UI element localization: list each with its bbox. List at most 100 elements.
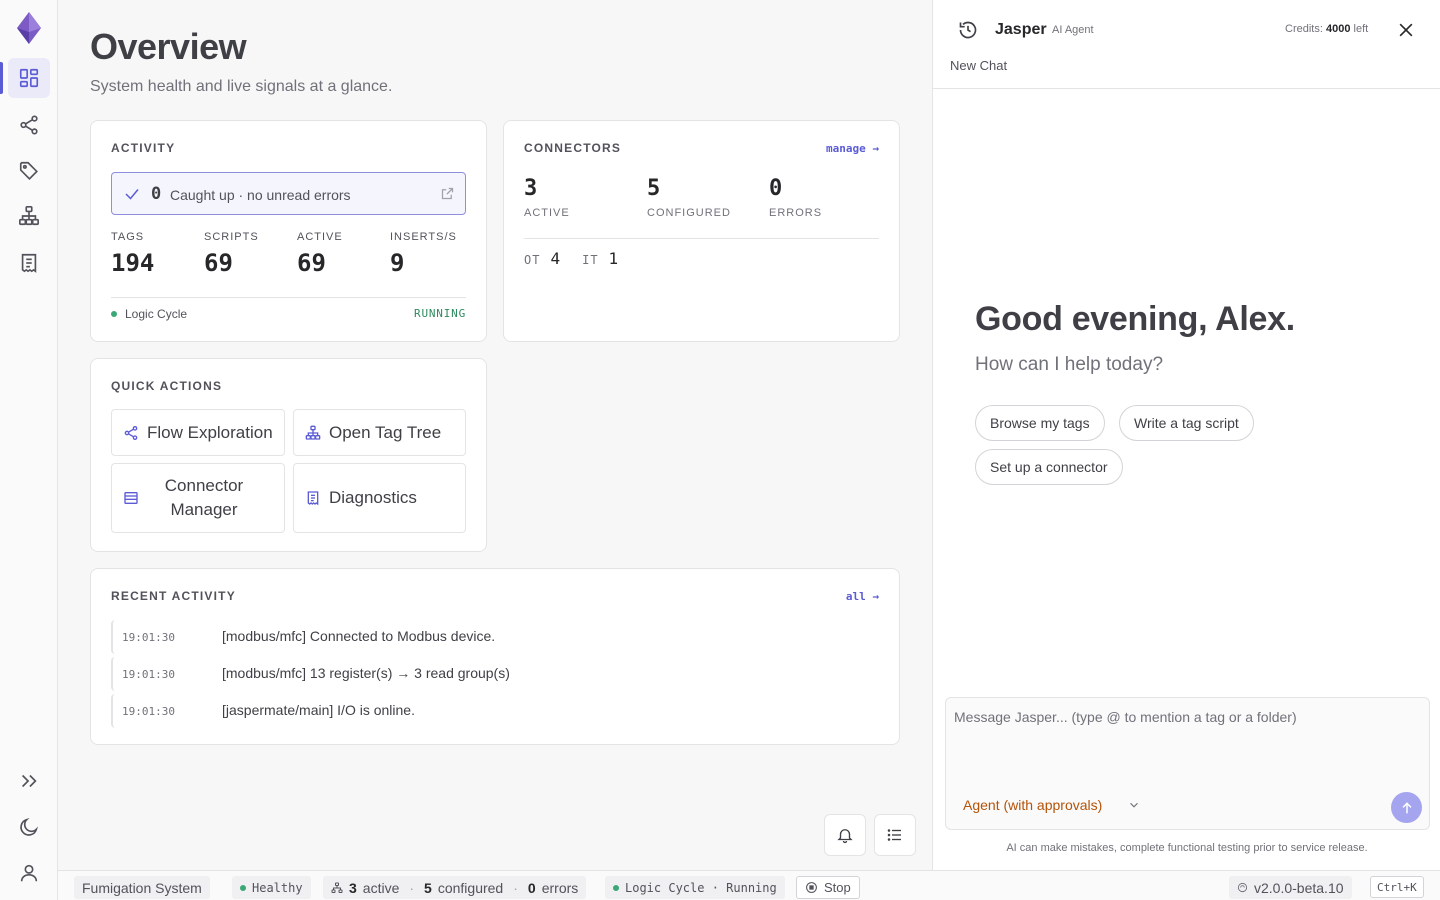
action-label: Diagnostics: [329, 488, 417, 507]
credits-value: 4000: [1325, 23, 1351, 35]
nav-diagnostics[interactable]: [8, 243, 50, 283]
logic-cycle-status-text: Logic Cycle · Running: [625, 880, 777, 895]
diagnostics-button[interactable]: Diagnostics: [293, 463, 466, 533]
separator: ·: [409, 879, 415, 896]
stat-value: 69: [297, 249, 326, 277]
nav-flow[interactable]: [8, 105, 50, 145]
greeting-subtitle: How can I help today?: [975, 354, 1164, 375]
status-dot: [111, 311, 117, 317]
logic-cycle-chip[interactable]: Logic Cycle · Running: [605, 876, 785, 899]
quick-actions-card: QUICK ACTIONS Flow Exploration Open Tag …: [90, 358, 487, 552]
external-link-icon[interactable]: [440, 186, 455, 201]
tag-icon: [19, 161, 38, 180]
log-message: [jaspermate/main] I/O is online.: [222, 702, 415, 718]
stop-label: Stop: [824, 880, 851, 895]
open-tag-tree-button[interactable]: Open Tag Tree: [293, 409, 466, 456]
log-message: [modbus/mfc] Connected to Modbus device.: [222, 628, 496, 644]
user-menu[interactable]: [8, 853, 50, 893]
ai-disclaimer: AI can make mistakes, complete functiona…: [1006, 842, 1368, 854]
log-message: [modbus/mfc] 13 register(s) → 3 read gro…: [222, 665, 510, 681]
health-label: Healthy: [252, 880, 303, 895]
connector-icon: [124, 492, 138, 504]
activity-title: ACTIVITY: [111, 141, 176, 155]
stat-scripts: SCRIPTS 69: [204, 231, 259, 277]
stat-active: ACTIVE 69: [297, 231, 343, 277]
quick-actions-title: QUICK ACTIONS: [111, 379, 223, 393]
command-palette-shortcut[interactable]: Ctrl+K: [1370, 876, 1424, 898]
connectors-title: CONNECTORS: [524, 141, 622, 155]
connectors-card: CONNECTORS manage → 3 ACTIVE 5 CONFIGURE…: [503, 120, 900, 342]
new-chat-tab[interactable]: New Chat: [950, 58, 1007, 73]
overview-icon: [19, 68, 39, 88]
action-label: Flow Exploration: [147, 422, 273, 442]
nav-tag-tree[interactable]: [8, 196, 50, 236]
it-label: IT: [582, 253, 599, 267]
message-composer[interactable]: Message Jasper... (type @ to mention a t…: [945, 697, 1430, 830]
all-activity-link[interactable]: all →: [846, 590, 879, 603]
divider: [933, 88, 1440, 89]
version-chip[interactable]: v2.0.0-beta.10: [1229, 876, 1352, 899]
flow-exploration-button[interactable]: Flow Exploration: [111, 409, 285, 456]
stat-label: SCRIPTS: [204, 231, 259, 243]
ot-it-breakdown: OT 4 IT 1: [524, 249, 630, 268]
assistant-role: AI Agent: [1052, 24, 1094, 36]
log-row[interactable]: 19:01:30 [jaspermate/main] I/O is online…: [111, 694, 879, 728]
flow-icon: [124, 425, 138, 440]
connector-manager-button[interactable]: Connector Manager: [111, 463, 285, 533]
log-time: 19:01:30: [122, 705, 175, 718]
stat-label: ERRORS: [769, 207, 823, 219]
stat-tags: TAGS 194: [111, 231, 154, 277]
notifications-button[interactable]: [824, 814, 866, 856]
mode-selector[interactable]: Agent (with approvals): [963, 797, 1102, 813]
version-label: v2.0.0-beta.10: [1254, 879, 1344, 896]
bell-icon: [837, 829, 853, 844]
divider: [111, 297, 466, 298]
suggestion-browse-tags[interactable]: Browse my tags: [975, 405, 1105, 441]
logo-icon[interactable]: [16, 12, 42, 44]
diagnostics-icon: [307, 491, 319, 506]
credits-label: Credits:: [1285, 23, 1323, 35]
expand-rail-button[interactable]: [8, 761, 50, 801]
tag-tree-icon: [331, 882, 343, 893]
suggestion-setup-connector[interactable]: Set up a connector: [975, 449, 1123, 485]
chevron-down-icon[interactable]: [1127, 798, 1141, 812]
logic-dot: [613, 884, 619, 891]
tag-tree-icon: [19, 206, 39, 226]
health-chip[interactable]: Healthy: [232, 876, 311, 899]
page-subtitle: System health and live signals at a glan…: [90, 78, 393, 95]
credits-indicator: Credits: 4000 left: [1285, 23, 1368, 35]
active-nav-marker: [0, 62, 3, 94]
diagnostics-icon: [21, 253, 37, 273]
log-list-button[interactable]: [874, 814, 916, 856]
suggestion-write-script[interactable]: Write a tag script: [1119, 405, 1254, 441]
nav-tags[interactable]: [8, 151, 50, 191]
theme-toggle[interactable]: [8, 807, 50, 847]
moon-icon: [20, 817, 39, 836]
send-button[interactable]: [1391, 792, 1422, 823]
log-row[interactable]: 19:01:30 [modbus/mfc] Connected to Modbu…: [111, 620, 879, 654]
stat-label: ACTIVE: [524, 207, 570, 219]
message-input[interactable]: Message Jasper... (type @ to mention a t…: [954, 709, 1297, 725]
unread-errors-banner[interactable]: 0 Caught up · no unread errors: [111, 172, 466, 215]
stat-value: 5: [647, 176, 661, 201]
log-row[interactable]: 19:01:30 [modbus/mfc] 13 register(s) → 3…: [111, 657, 879, 691]
system-name-chip[interactable]: Fumigation System: [74, 876, 210, 899]
list-icon: [887, 829, 901, 841]
configured-count: 5: [424, 879, 432, 896]
expand-icon: [21, 774, 37, 788]
connector-stat-errors: 0 ERRORS: [769, 176, 822, 219]
close-icon[interactable]: [1396, 20, 1416, 40]
page-title: Overview: [90, 26, 247, 67]
stop-button[interactable]: Stop: [796, 876, 860, 899]
configured-label: configured: [437, 879, 504, 896]
assistant-name: Jasper: [995, 21, 1047, 38]
action-label: Connector Manager: [164, 476, 244, 519]
history-icon[interactable]: [958, 20, 978, 40]
ot-label: OT: [524, 253, 541, 267]
connectors-chip[interactable]: 3 active · 5 configured · 0 errors: [323, 876, 587, 899]
greeting: Good evening, Alex.: [975, 300, 1295, 338]
nav-overview[interactable]: [8, 58, 50, 98]
logic-label: Logic Cycle: [125, 307, 188, 321]
manage-connectors-link[interactable]: manage →: [826, 142, 879, 155]
log-time: 19:01:30: [122, 668, 175, 681]
